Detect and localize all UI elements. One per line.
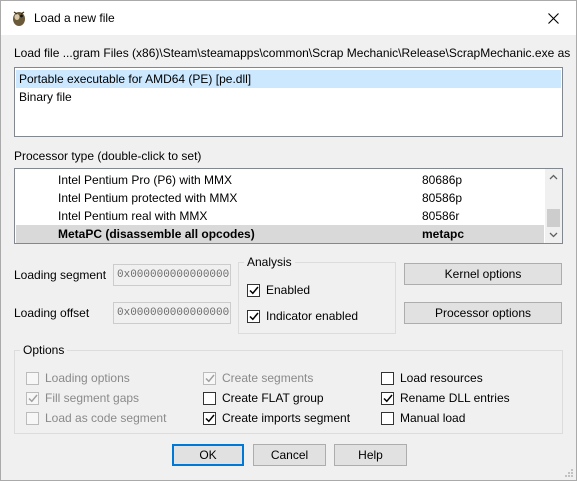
checkmark-icon: [382, 394, 393, 402]
load-resources-label: Load resources: [400, 371, 483, 385]
processor-code: 80686p: [422, 173, 463, 187]
analysis-group-title: Analysis: [244, 255, 295, 269]
ok-button[interactable]: OK: [172, 444, 244, 466]
processor-name: Intel Pentium real with MMX: [58, 209, 208, 223]
indicator-enabled-checkbox[interactable]: Indicator enabled: [247, 308, 358, 324]
create-imports-segment-label: Create imports segment: [222, 411, 351, 425]
checkbox-box: [381, 371, 394, 385]
cancel-button[interactable]: Cancel: [253, 444, 326, 466]
processor-type-list[interactable]: Intel Pentium Pro (P6) with MMX 80686p I…: [14, 168, 563, 244]
fill-segment-gaps-label: Fill segment gaps: [45, 391, 140, 405]
load-as-code-segment-checkbox[interactable]: Load as code segment: [26, 410, 166, 426]
enabled-label: Enabled: [266, 283, 311, 297]
create-imports-segment-checkbox[interactable]: Create imports segment: [203, 410, 350, 426]
scrollbar-thumb[interactable]: [547, 209, 560, 227]
checkmark-icon: [248, 286, 259, 294]
processor-type-label: Processor type (double-click to set): [14, 149, 202, 163]
vertical-scrollbar[interactable]: [545, 169, 562, 243]
checkbox-box: [26, 411, 39, 425]
load-file-dialog: Load a new file Load file ...gram Files …: [0, 0, 577, 481]
checkbox-box: [381, 391, 394, 405]
processor-code: 80586r: [422, 209, 460, 223]
loading-options-checkbox[interactable]: Loading options: [26, 370, 130, 386]
processor-name: Intel Pentium protected with MMX: [58, 191, 238, 205]
load-resources-checkbox[interactable]: Load resources: [381, 370, 483, 386]
rename-dll-entries-label: Rename DLL entries: [400, 391, 510, 405]
file-type-list[interactable]: Portable executable for AMD64 (PE) [pe.d…: [14, 67, 563, 137]
processor-code: metapc: [422, 227, 465, 241]
loading-segment-field[interactable]: 0x0000000000000000: [113, 264, 231, 286]
loading-offset-label: Loading offset: [14, 306, 90, 320]
dialog-title: Load a new file: [34, 11, 115, 25]
options-group-title: Options: [20, 343, 68, 357]
help-button[interactable]: Help: [334, 444, 407, 466]
checkbox-box: [381, 411, 394, 425]
create-flat-group-label: Create FLAT group: [222, 391, 324, 405]
create-segments-checkbox[interactable]: Create segments: [203, 370, 313, 386]
checkbox-box: [203, 391, 216, 405]
checkbox-box: [26, 371, 39, 385]
create-segments-label: Create segments: [222, 371, 314, 385]
title-bar[interactable]: Load a new file: [1, 1, 576, 35]
loading-options-label: Loading options: [45, 371, 130, 385]
close-icon: [547, 12, 559, 24]
load-as-code-segment-label: Load as code segment: [45, 411, 167, 425]
checkbox-box: [203, 411, 216, 425]
processor-name: MetaPC (disassemble all opcodes): [58, 227, 255, 241]
file-type-item-binary[interactable]: Binary file: [16, 88, 561, 106]
processor-item[interactable]: Intel Pentium Pro (P6) with MMX 80686p: [16, 171, 544, 189]
scroll-up-icon[interactable]: [549, 174, 558, 180]
checkmark-icon: [204, 374, 215, 382]
resize-grip-icon[interactable]: [564, 468, 574, 478]
manual-load-checkbox[interactable]: Manual load: [381, 410, 465, 426]
kernel-options-button[interactable]: Kernel options: [404, 263, 562, 285]
loading-offset-field[interactable]: 0x0000000000000000: [113, 302, 231, 324]
checkbox-box: [247, 283, 260, 297]
fill-segment-gaps-checkbox[interactable]: Fill segment gaps: [26, 390, 139, 406]
rename-dll-entries-checkbox[interactable]: Rename DLL entries: [381, 390, 510, 406]
processor-item[interactable]: Intel Pentium real with MMX 80586r: [16, 207, 544, 225]
enabled-checkbox[interactable]: Enabled: [247, 282, 310, 298]
processor-item-selected[interactable]: MetaPC (disassemble all opcodes) metapc: [16, 225, 544, 243]
manual-load-label: Manual load: [400, 411, 466, 425]
processor-name: Intel Pentium Pro (P6) with MMX: [58, 173, 233, 187]
checkbox-box: [247, 309, 260, 323]
checkmark-icon: [204, 414, 215, 422]
scroll-down-icon[interactable]: [549, 232, 558, 238]
loading-segment-label: Loading segment: [14, 268, 107, 282]
processor-options-button[interactable]: Processor options: [404, 302, 562, 324]
checkbox-box: [203, 371, 216, 385]
processor-code: 80586p: [422, 191, 463, 205]
close-button[interactable]: [530, 1, 576, 35]
indicator-enabled-label: Indicator enabled: [266, 309, 359, 323]
create-flat-group-checkbox[interactable]: Create FLAT group: [203, 390, 324, 406]
checkbox-box: [26, 391, 39, 405]
checkmark-icon: [248, 312, 259, 320]
file-type-item-pe[interactable]: Portable executable for AMD64 (PE) [pe.d…: [16, 70, 561, 88]
checkmark-icon: [27, 394, 38, 402]
bug-icon: [13, 11, 25, 26]
load-file-label: Load file ...gram Files (x86)\Steam\stea…: [14, 46, 571, 60]
processor-item[interactable]: Intel Pentium protected with MMX 80586p: [16, 189, 544, 207]
